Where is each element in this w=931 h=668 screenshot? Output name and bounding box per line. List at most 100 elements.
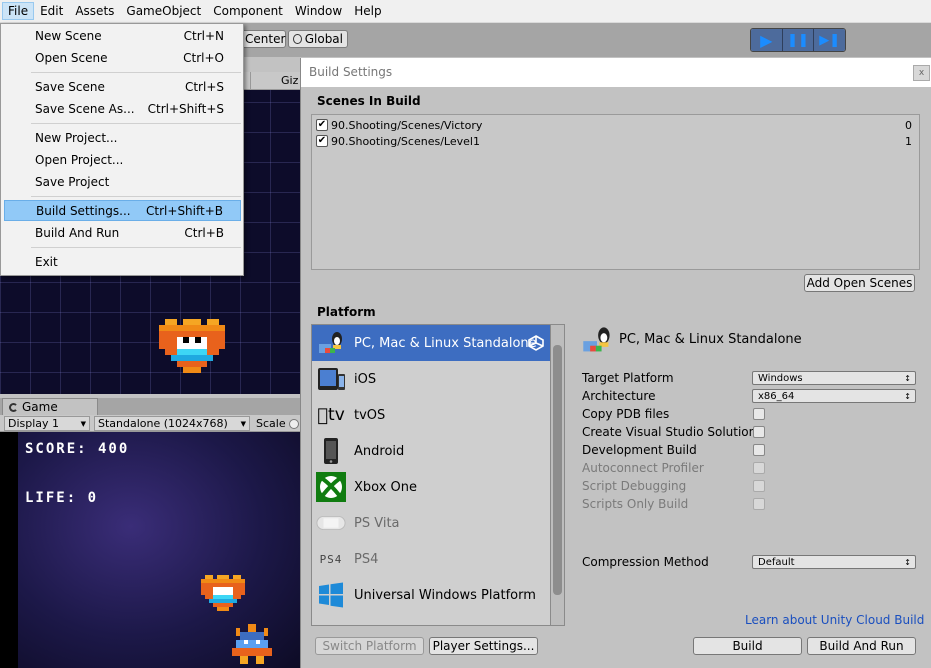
compression-method-select[interactable]: Default ↕ xyxy=(752,555,916,569)
scene-path: 90.Shooting/Scenes/Victory xyxy=(331,118,483,132)
menu-window[interactable]: Window xyxy=(289,2,348,20)
scene-checkbox[interactable]: ✔ xyxy=(316,135,328,147)
menu-item-save-project[interactable]: Save Project xyxy=(4,171,241,192)
menu-item-new-scene[interactable]: New Scene Ctrl+N xyxy=(4,25,241,46)
tvos-icon: tv xyxy=(317,405,345,426)
resolution-select-label: Standalone (1024x768) xyxy=(98,417,228,430)
build-and-run-label: Build And Run xyxy=(819,639,904,653)
player-settings-label: Player Settings... xyxy=(432,639,535,653)
scene-checkbox[interactable]: ✔ xyxy=(316,119,328,131)
platform-item-ps-vita[interactable]: PS Vita xyxy=(312,505,550,541)
target-platform-label: Target Platform xyxy=(582,371,674,385)
architecture-value: x86_64 xyxy=(758,390,795,402)
menu-gameobject[interactable]: GameObject xyxy=(120,2,207,20)
switch-platform-button[interactable]: Switch Platform xyxy=(315,637,424,655)
platform-label: iOS xyxy=(354,371,377,387)
autoconnect-profiler-checkbox xyxy=(753,462,765,474)
android-icon xyxy=(316,438,346,464)
menu-item-label: Build And Run xyxy=(35,225,120,240)
menu-separator xyxy=(31,72,241,73)
platform-item-ps4[interactable]: PS4 PS4 xyxy=(312,541,550,577)
target-platform-select[interactable]: Windows ↕ xyxy=(752,371,916,385)
development-build-label: Development Build xyxy=(582,443,697,457)
architecture-label: Architecture xyxy=(582,389,656,403)
script-debugging-label: Script Debugging xyxy=(582,479,687,493)
platform-item-webgl[interactable] xyxy=(312,613,550,625)
menu-item-label: Open Project... xyxy=(35,152,124,167)
scrollbar-thumb[interactable] xyxy=(553,345,562,595)
build-settings-titlebar[interactable]: Build Settings x xyxy=(301,58,931,87)
selected-platform-title: PC, Mac & Linux Standalone xyxy=(619,332,802,347)
display-select-label: Display 1 xyxy=(8,417,60,430)
player-ship-sprite[interactable] xyxy=(159,318,225,374)
global-toggle-button[interactable]: Global xyxy=(288,30,348,48)
chevron-updown-icon: ↕ xyxy=(904,373,911,383)
cloud-build-link[interactable]: Learn about Unity Cloud Build xyxy=(745,613,924,627)
platform-list-scrollbar[interactable] xyxy=(551,324,565,626)
create-vs-checkbox[interactable] xyxy=(753,426,765,438)
scale-slider-handle[interactable] xyxy=(289,419,299,429)
menu-separator xyxy=(31,123,241,124)
platform-item-uwp[interactable]: Universal Windows Platform xyxy=(312,577,550,613)
menu-item-save-scene-as[interactable]: Save Scene As... Ctrl+Shift+S xyxy=(4,98,241,119)
play-button[interactable]: ▶ xyxy=(751,29,783,51)
pause-button[interactable]: ❚❚ xyxy=(782,29,815,51)
game-letterbox xyxy=(0,432,18,668)
menu-item-build-settings[interactable]: Build Settings... Ctrl+Shift+B xyxy=(4,200,241,221)
pc-mac-linux-icon xyxy=(316,330,346,356)
menu-item-new-project[interactable]: New Project... xyxy=(4,127,241,148)
platform-item-standalone[interactable]: PC, Mac & Linux Standalone xyxy=(312,325,550,361)
ps4-icon: PS4 xyxy=(319,552,343,566)
close-icon: x xyxy=(918,68,925,78)
platform-item-xbox[interactable]: Xbox One xyxy=(312,469,550,505)
menu-assets[interactable]: Assets xyxy=(69,2,120,20)
file-menu-dropdown: New Scene Ctrl+N Open Scene Ctrl+O Save … xyxy=(0,23,244,276)
platform-item-android[interactable]: Android xyxy=(312,433,550,469)
menu-item-shortcut: Ctrl+O xyxy=(183,50,224,65)
copy-pdb-checkbox[interactable] xyxy=(753,408,765,420)
step-button[interactable]: ▶❚ xyxy=(814,29,845,51)
display-select[interactable]: Display 1 ▼ xyxy=(4,416,90,431)
menu-help[interactable]: Help xyxy=(348,2,387,20)
build-button[interactable]: Build xyxy=(693,637,802,655)
add-open-scenes-button[interactable]: Add Open Scenes xyxy=(804,274,915,292)
architecture-select[interactable]: x86_64 ↕ xyxy=(752,389,916,403)
menu-item-label: Exit xyxy=(35,254,58,269)
check-icon: ✔ xyxy=(317,119,327,130)
menu-edit[interactable]: Edit xyxy=(34,2,69,20)
platform-label: Android xyxy=(354,443,405,459)
game-view[interactable]: SCORE: 400 LIFE: 0 xyxy=(0,432,300,668)
game-tab-bar: Game xyxy=(0,398,300,415)
switch-platform-label: Switch Platform xyxy=(322,639,417,653)
pivot-center-button[interactable]: Center xyxy=(240,30,286,48)
ios-icon xyxy=(316,366,346,392)
scene-index: 0 xyxy=(905,118,912,132)
unity-logo-icon xyxy=(528,335,544,351)
build-and-run-button[interactable]: Build And Run xyxy=(807,637,916,655)
platform-item-tvos[interactable]: tv tvOS xyxy=(312,397,550,433)
ps-vita-icon xyxy=(316,510,346,536)
tab-game[interactable]: Game xyxy=(2,398,98,415)
scene-row[interactable]: ✔ 90.Shooting/Scenes/Victory 0 xyxy=(316,117,916,133)
menu-item-build-and-run[interactable]: Build And Run Ctrl+B xyxy=(4,222,241,243)
gizmos-label[interactable]: Giz xyxy=(281,74,298,87)
development-build-checkbox[interactable] xyxy=(753,444,765,456)
build-settings-title: Build Settings xyxy=(309,65,393,79)
menu-item-open-scene[interactable]: Open Scene Ctrl+O xyxy=(4,47,241,68)
scene-row[interactable]: ✔ 90.Shooting/Scenes/Level1 1 xyxy=(316,133,916,149)
platform-label: Universal Windows Platform xyxy=(354,587,536,603)
scene-index: 1 xyxy=(905,134,912,148)
menu-component[interactable]: Component xyxy=(207,2,289,20)
menu-separator xyxy=(31,196,241,197)
player-settings-button[interactable]: Player Settings... xyxy=(429,637,538,655)
platform-item-ios[interactable]: iOS xyxy=(312,361,550,397)
scenes-list[interactable]: ✔ 90.Shooting/Scenes/Victory 0 ✔ 90.Shoo… xyxy=(311,114,920,270)
play-icon: ▶ xyxy=(760,30,773,50)
menu-file[interactable]: File xyxy=(2,2,35,20)
game-view-icon xyxy=(9,402,18,412)
resolution-select[interactable]: Standalone (1024x768) ▼ xyxy=(94,416,250,431)
menu-item-exit[interactable]: Exit xyxy=(4,251,241,272)
menu-item-save-scene[interactable]: Save Scene Ctrl+S xyxy=(4,76,241,97)
close-button[interactable]: x xyxy=(913,65,930,81)
menu-item-open-project[interactable]: Open Project... xyxy=(4,149,241,170)
